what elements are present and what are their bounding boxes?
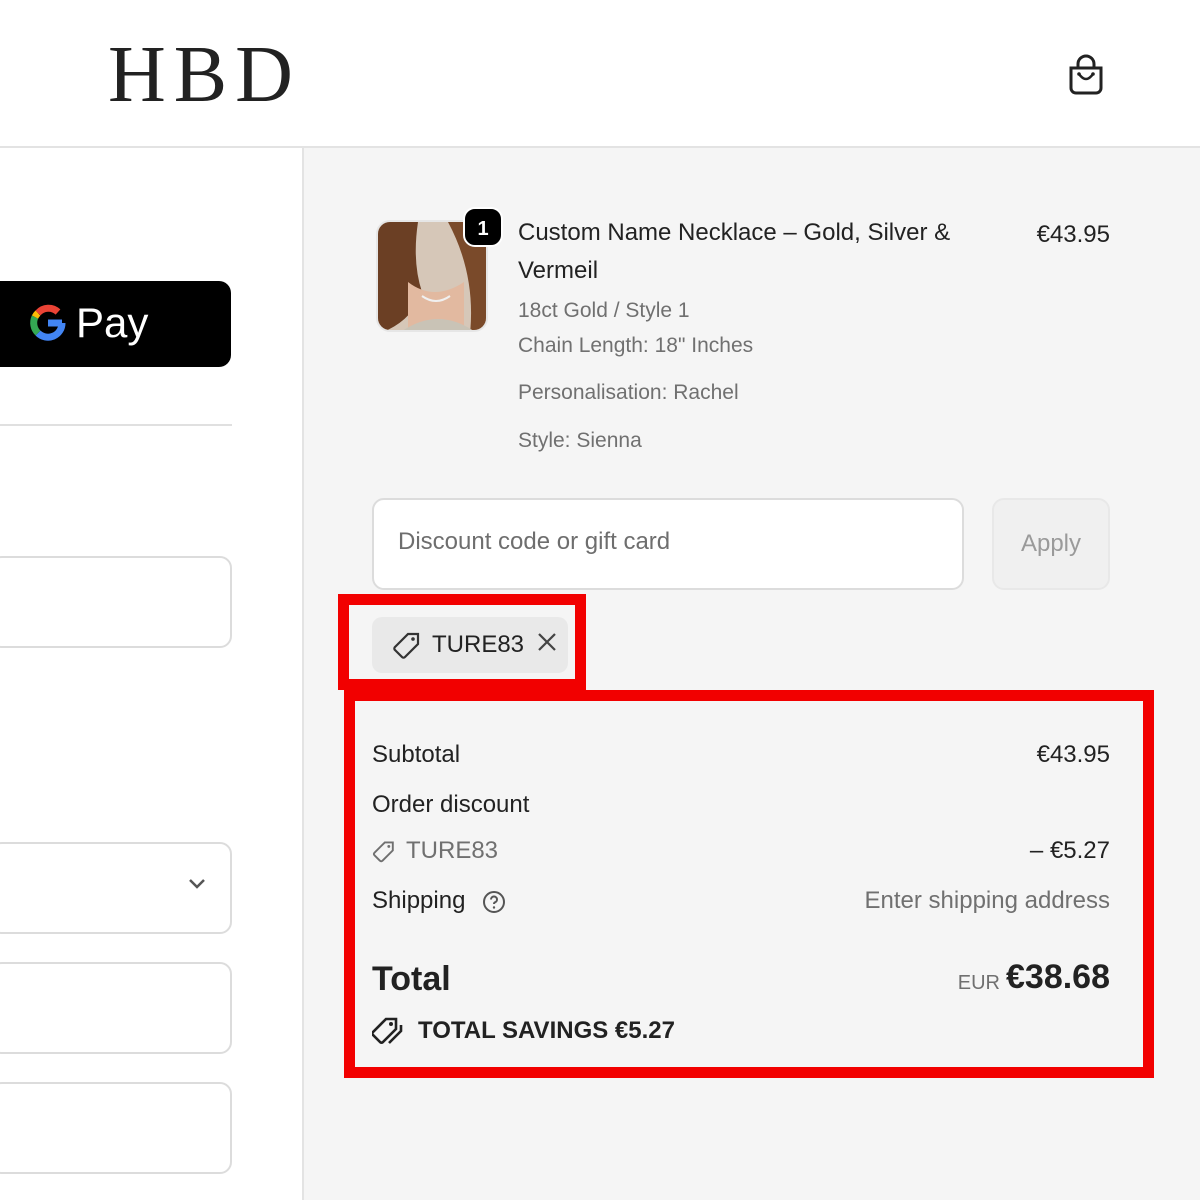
form-input-field[interactable] — [0, 962, 232, 1054]
google-pay-button[interactable]: Pay — [0, 281, 231, 367]
apply-button[interactable]: Apply — [992, 498, 1110, 590]
brand-logo[interactable]: HBD — [108, 30, 301, 120]
chevron-down-icon — [189, 879, 205, 889]
form-input-field[interactable] — [0, 1082, 232, 1174]
product-price: €43.95 — [1036, 221, 1110, 248]
discount-code-input[interactable]: Discount code or gift card — [372, 498, 964, 590]
product-chain-length: Chain Length: 18" Inches — [518, 334, 754, 357]
product-variant: 18ct Gold / Style 1 — [518, 299, 690, 322]
product-name: Custom Name Necklace – Gold, Silver & Ve… — [518, 219, 951, 284]
gpay-label: Pay — [76, 299, 149, 346]
site-header: HBD — [0, 0, 1200, 148]
discount-placeholder: Discount code or gift card — [398, 528, 671, 555]
highlight-box-discount-chip — [338, 594, 586, 690]
shopping-bag-icon[interactable] — [1066, 52, 1106, 96]
country-select[interactable] — [0, 842, 232, 934]
divider — [0, 424, 232, 426]
product-style: Style: Sienna — [518, 429, 642, 452]
quantity-badge: 1 — [463, 207, 503, 247]
form-input-field[interactable] — [0, 556, 232, 648]
product-personalisation: Personalisation: Rachel — [518, 381, 739, 404]
highlight-box-summary — [344, 690, 1154, 1078]
google-g-icon — [30, 304, 66, 341]
